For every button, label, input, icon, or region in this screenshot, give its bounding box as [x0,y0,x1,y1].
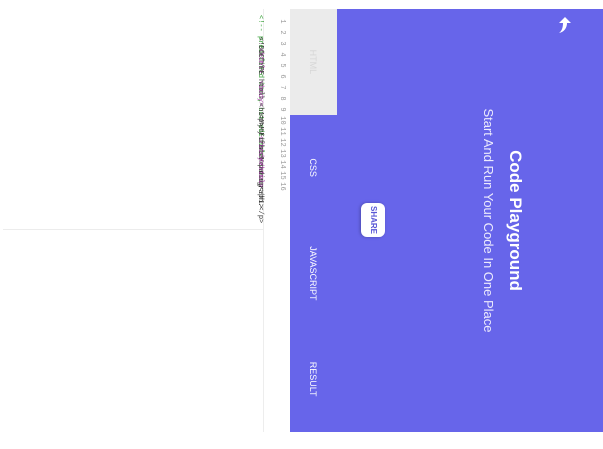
line-number: 9 [278,107,286,112]
line-number-gutter: 1 2 3 4 5 6 7 8 9 10 11 12 13 14 15 16 [263,9,290,432]
tab-result-label: RESULT [308,361,319,397]
code-area[interactable]: <!-- predefined html, but editable --> <!… [3,9,264,432]
tab-css-label: CSS [308,158,319,177]
code-playground-app: Code Playground Start And Run Your Code … [3,9,603,432]
line-number: 10 [278,116,286,125]
tab-javascript-label: JAVASCRIPT [308,246,319,301]
line-number: 13 [278,149,286,158]
line-number: 14 [278,160,286,169]
tab-result[interactable]: RESULT [290,326,337,432]
line-number: 7 [278,85,286,90]
code-line: </html> [256,158,264,188]
line-number: 16 [278,182,286,191]
line-number: 15 [278,171,286,180]
tab-html[interactable]: HTML [290,9,337,115]
back-arrow-icon[interactable] [557,15,573,35]
line-number: 1 [278,19,286,24]
page-subtitle: Start And Run Your Code In One Place [481,108,496,333]
editor-tabs: HTML CSS JAVASCRIPT RESULT [290,9,337,432]
editor-divider [3,229,264,230]
line-number: 8 [278,96,286,101]
code-line: <html> [256,48,264,74]
line-number: 3 [278,41,286,46]
line-number: 12 [278,138,286,147]
line-number: 6 [278,74,286,79]
tab-javascript[interactable]: JAVASCRIPT [290,220,337,327]
line-number: 2 [278,30,286,35]
tab-css[interactable]: CSS [290,114,337,221]
code-editor[interactable]: 1 2 3 4 5 6 7 8 9 10 11 12 13 14 15 16 <!-- predefined … [3,9,290,432]
line-number: 11 [278,127,286,136]
share-button[interactable]: SHARE [361,203,385,237]
page-title: Code Playground [506,150,525,291]
line-number: 5 [278,63,286,68]
line-number: 4 [278,52,286,57]
tab-html-label: HTML [308,49,319,75]
